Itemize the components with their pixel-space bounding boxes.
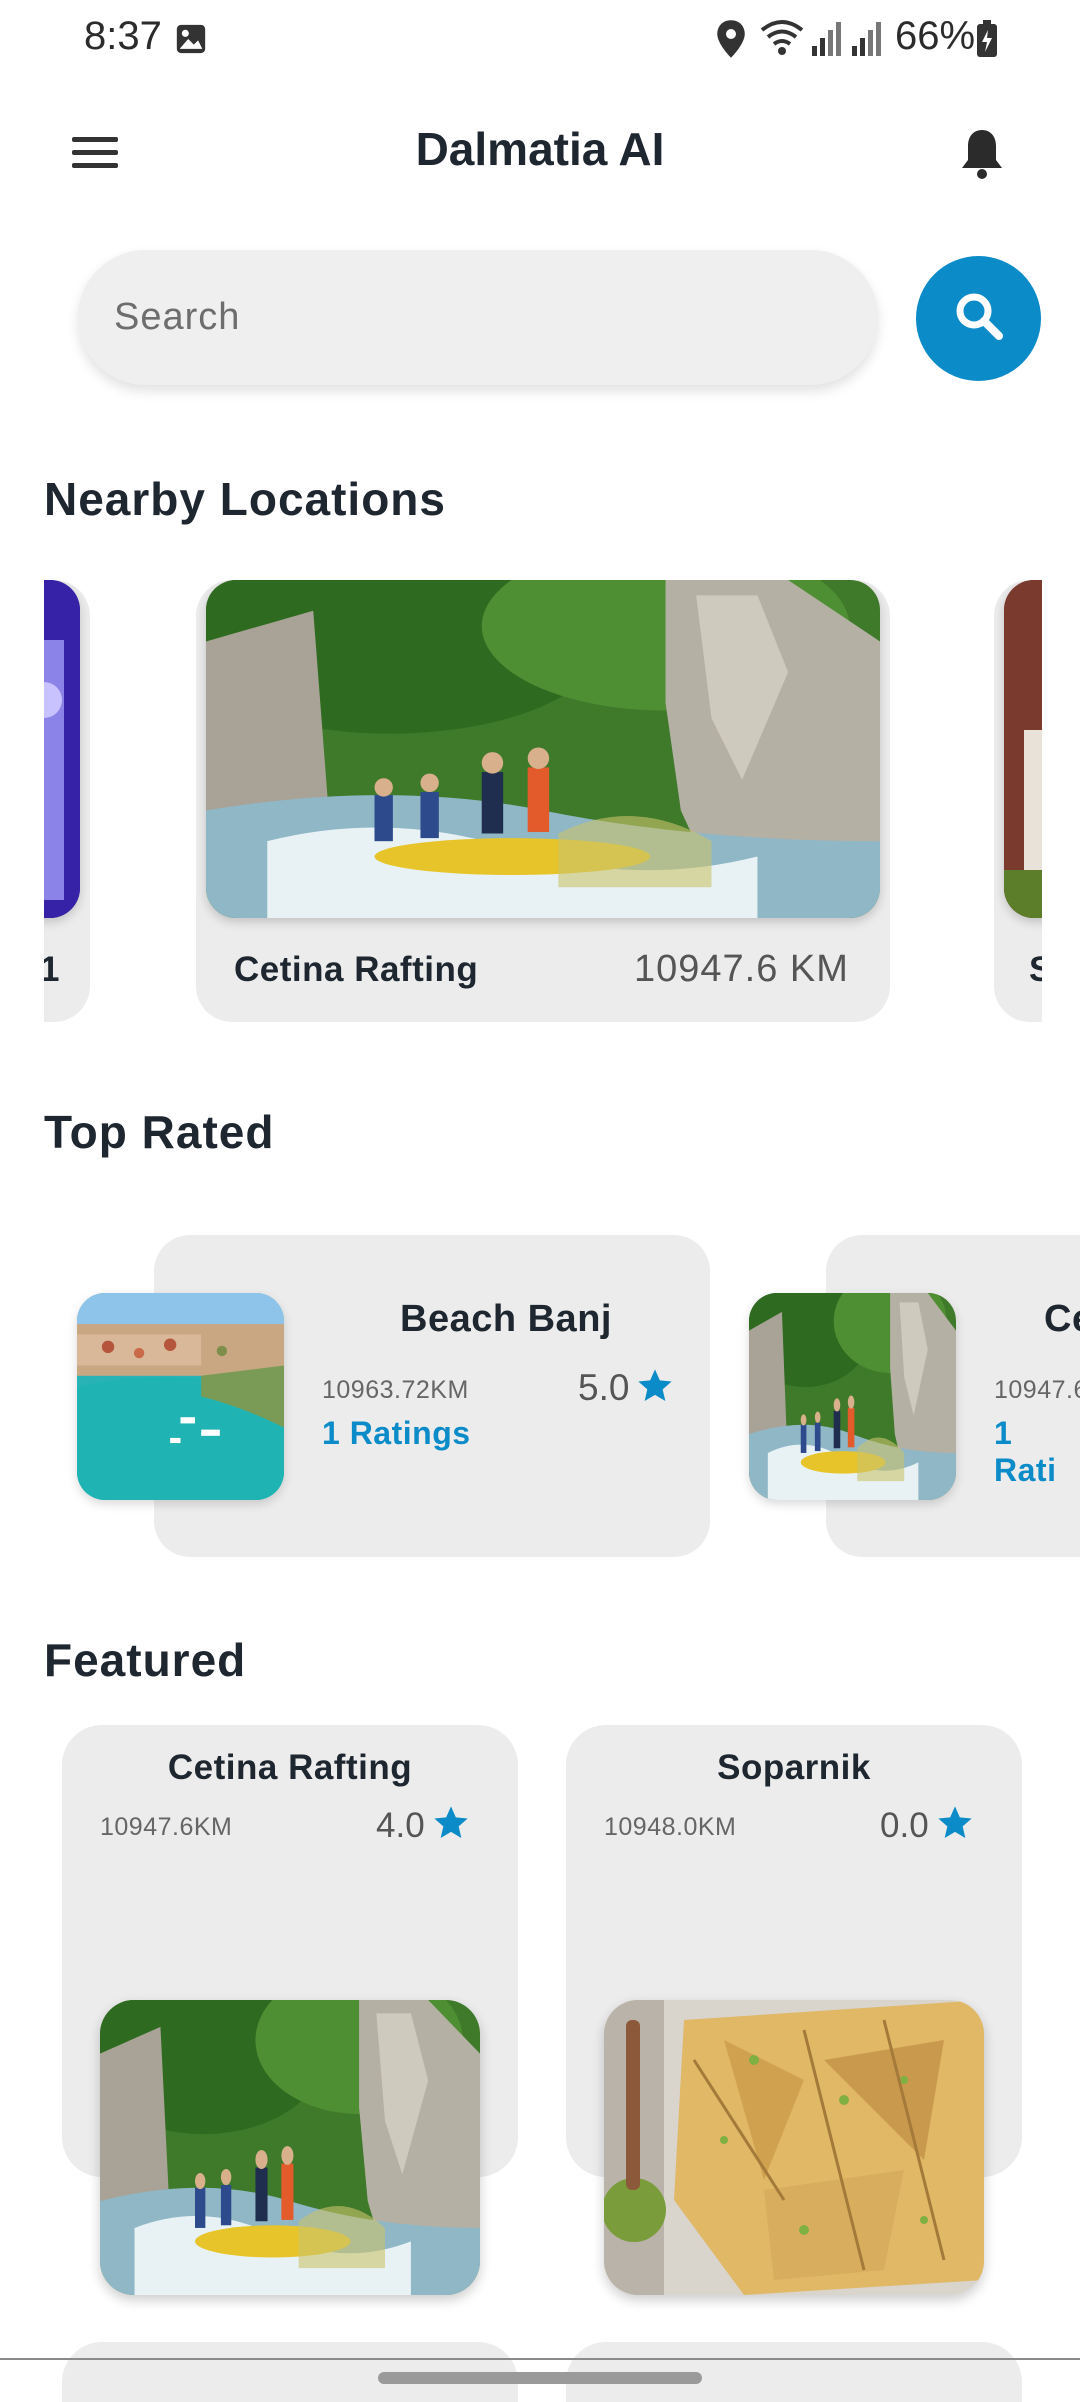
rating-value: 5.0 xyxy=(578,1367,630,1408)
nearby-card-name: 1 xyxy=(44,950,60,989)
nearby-carousel[interactable]: 1 Cetina Rafting 10947.6 KM S xyxy=(44,580,1042,1025)
rating-value: 4.0 xyxy=(376,1806,425,1845)
featured-card-distance: 10947.6KM xyxy=(100,1813,233,1841)
featured-card-image xyxy=(604,2000,984,2295)
location-icon xyxy=(716,20,746,63)
top-rated-section-title: Top Rated xyxy=(44,1106,275,1158)
featured-card-distance: 10948.0KM xyxy=(604,1813,737,1841)
status-time: 8:37 xyxy=(84,14,162,58)
star-icon xyxy=(635,1366,675,1406)
top-rated-card-image xyxy=(749,1293,956,1500)
nearby-card-name: S xyxy=(1029,950,1042,989)
battery-icon xyxy=(976,20,998,63)
top-rated-card-image xyxy=(77,1293,284,1500)
nearby-card-name: Cetina Rafting xyxy=(234,950,479,989)
bottom-divider xyxy=(0,2358,1080,2360)
featured-card-rating: 4.0 xyxy=(376,1803,471,1846)
top-rated-card-distance: 10963.72KM xyxy=(322,1376,469,1404)
search-input[interactable] xyxy=(114,250,834,385)
gesture-handle[interactable] xyxy=(378,2372,702,2384)
top-rated-carousel[interactable]: Beach Banj 10963.72KM 5.0 1 Ratings Ce 1… xyxy=(0,1230,1080,1560)
nearby-card-distance: 10947.6 KM xyxy=(634,948,849,990)
search-box[interactable] xyxy=(78,250,878,385)
nearby-card-image xyxy=(206,580,880,918)
featured-card-rating: 0.0 xyxy=(880,1803,975,1846)
notifications-button[interactable] xyxy=(960,128,1004,185)
search-icon xyxy=(953,290,1005,347)
featured-section-title: Featured xyxy=(44,1634,247,1686)
top-rated-card-ratings-count: 1 Rati xyxy=(994,1415,1057,1488)
star-icon xyxy=(935,1803,975,1843)
top-rated-card-name: Beach Banj xyxy=(400,1298,612,1340)
image-icon xyxy=(174,22,208,61)
top-rated-card-rating: 5.0 xyxy=(578,1366,675,1409)
signal-icon xyxy=(852,20,884,61)
nearby-card-image xyxy=(1004,580,1042,918)
rating-value: 0.0 xyxy=(880,1806,929,1845)
top-rated-card-ratings-count: 1 Ratings xyxy=(322,1415,471,1451)
featured-card-image xyxy=(100,2000,480,2295)
wifi-icon xyxy=(758,18,806,63)
featured-card-name: Cetina Rafting xyxy=(167,1748,413,1787)
nearby-card-image xyxy=(44,580,80,918)
bell-icon xyxy=(960,130,1004,184)
search-button[interactable] xyxy=(916,256,1041,381)
star-icon xyxy=(431,1803,471,1843)
top-rated-card-distance: 10947.6 xyxy=(994,1376,1080,1404)
battery-percent: 66% xyxy=(895,14,976,58)
app-title: Dalmatia AI xyxy=(415,123,665,175)
featured-card-name: Soparnik xyxy=(717,1748,871,1787)
nearby-section-title: Nearby Locations xyxy=(44,473,446,525)
top-rated-card-name: Ce xyxy=(1044,1298,1080,1340)
signal-icon xyxy=(812,20,844,61)
